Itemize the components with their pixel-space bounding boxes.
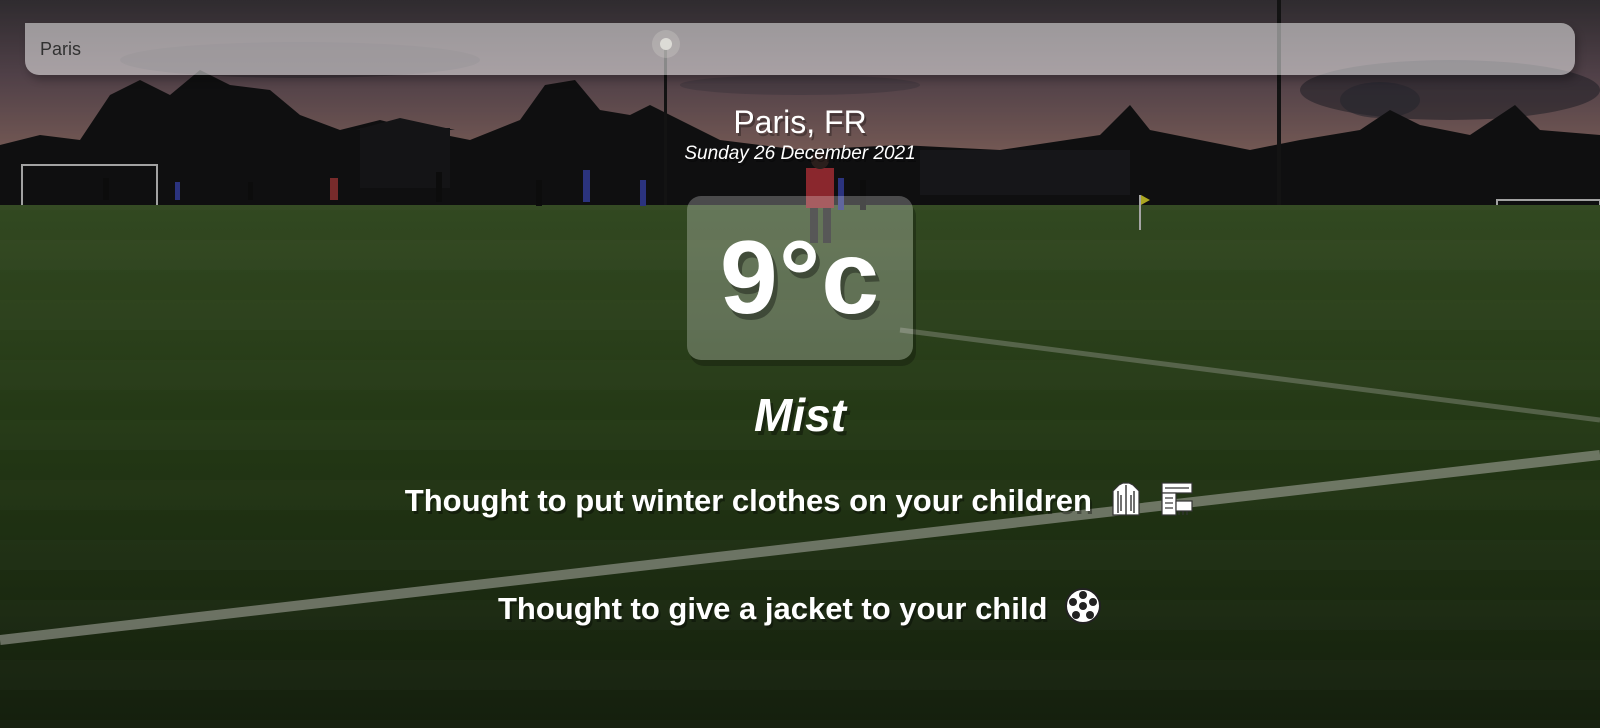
soccer-ball-icon xyxy=(1064,587,1102,633)
advice-line-2: Thought to give a jacket to your child xyxy=(0,587,1600,633)
coat-icon xyxy=(1109,481,1143,525)
advice-text-1: Thought to put winter clothes on your ch… xyxy=(404,483,1092,518)
temperature-display: 9°c xyxy=(687,196,913,360)
advice-line-1: Thought to put winter clothes on your ch… xyxy=(0,481,1600,525)
search-input[interactable] xyxy=(25,23,1575,75)
location-title: Paris, FR xyxy=(733,104,867,140)
advice-text-2: Thought to give a jacket to your child xyxy=(497,591,1048,626)
scarf-icon xyxy=(1159,481,1195,525)
weather-app: Paris, FR Sunday 26 December 2021 9°c Mi… xyxy=(0,0,1600,728)
weather-condition: Mist xyxy=(754,389,846,441)
date-label: Sunday 26 December 2021 xyxy=(684,143,916,164)
